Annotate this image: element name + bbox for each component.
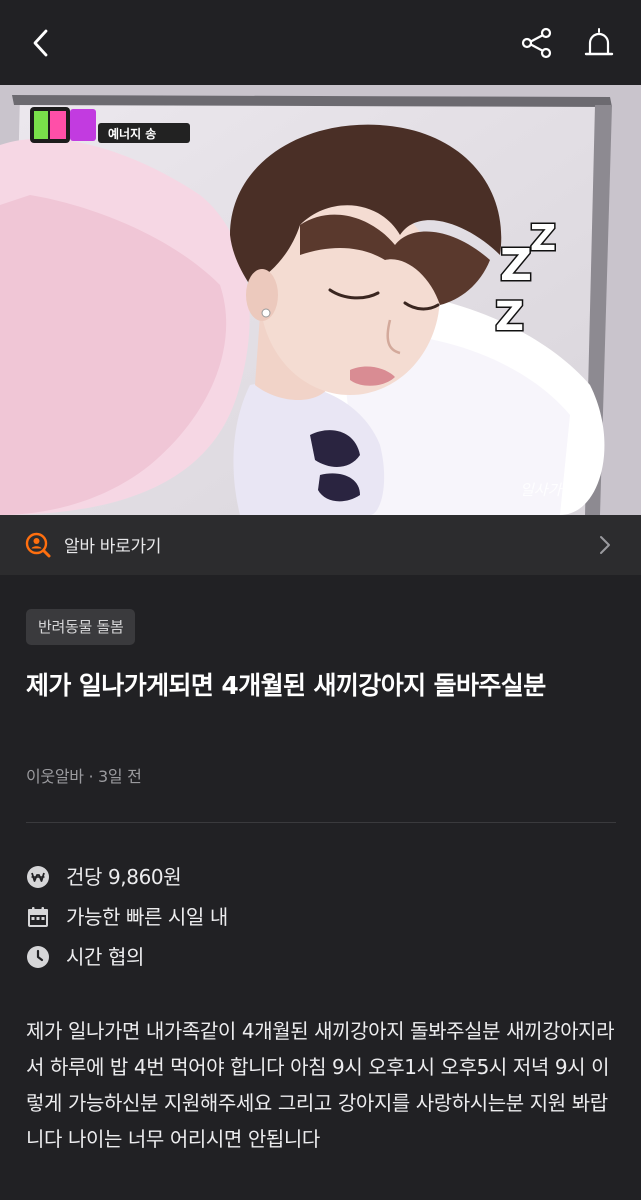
sleeping-person-image: Z Z Z 예너지 송 일사가지원 bbox=[0, 85, 641, 515]
siren-icon bbox=[584, 28, 614, 56]
clock-icon bbox=[27, 946, 49, 968]
chevron-left-icon bbox=[33, 29, 48, 57]
top-bar bbox=[0, 0, 641, 85]
divider bbox=[26, 822, 616, 823]
category-badge[interactable]: 반려동물 돌봄 bbox=[26, 609, 136, 645]
author-name[interactable]: 이웃알바 bbox=[26, 767, 84, 786]
svg-text:Z: Z bbox=[530, 218, 556, 259]
post-meta: 이웃알바 · 3일 전 bbox=[26, 763, 142, 787]
post-description: 제가 일나가면 내가족같이 4개월된 새끼강아지 돌봐주실분 새끼강아지라서 하… bbox=[26, 1019, 615, 1151]
shortcut-label: 알바 바로가기 bbox=[64, 537, 162, 557]
share-button[interactable] bbox=[517, 24, 555, 62]
chevron-right-icon bbox=[600, 536, 610, 554]
wage-text: 건당 9,860원 bbox=[66, 865, 182, 889]
date-text: 가능한 빠른 시일 내 bbox=[66, 905, 228, 929]
back-button[interactable] bbox=[22, 24, 60, 62]
hours-text: 시간 협의 bbox=[66, 945, 144, 969]
alba-shortcut-bar[interactable]: 알바 바로가기 bbox=[0, 515, 641, 575]
search-person-icon bbox=[25, 532, 51, 558]
svg-text:Z: Z bbox=[495, 294, 524, 340]
show-caption: 예너지 송 bbox=[108, 126, 156, 141]
photo-watermark: 일사가지원 bbox=[520, 481, 590, 499]
report-button[interactable] bbox=[580, 24, 618, 62]
meta-separator: · bbox=[83, 767, 99, 786]
won-icon bbox=[27, 866, 49, 888]
post-photo[interactable]: Z Z Z 예너지 송 일사가지원 bbox=[0, 85, 641, 515]
post-content: 반려동물 돌봄 제가 일나가게되면 4개월된 새끼강아지 돌바주실분 이웃알바 … bbox=[0, 575, 641, 1200]
share-icon bbox=[521, 27, 552, 59]
post-time: 3일 전 bbox=[98, 767, 142, 786]
svg-text:Z: Z bbox=[500, 240, 532, 291]
post-title: 제가 일나가게되면 4개월된 새끼강아지 돌바주실분 bbox=[26, 671, 546, 700]
calendar-icon bbox=[28, 907, 48, 927]
